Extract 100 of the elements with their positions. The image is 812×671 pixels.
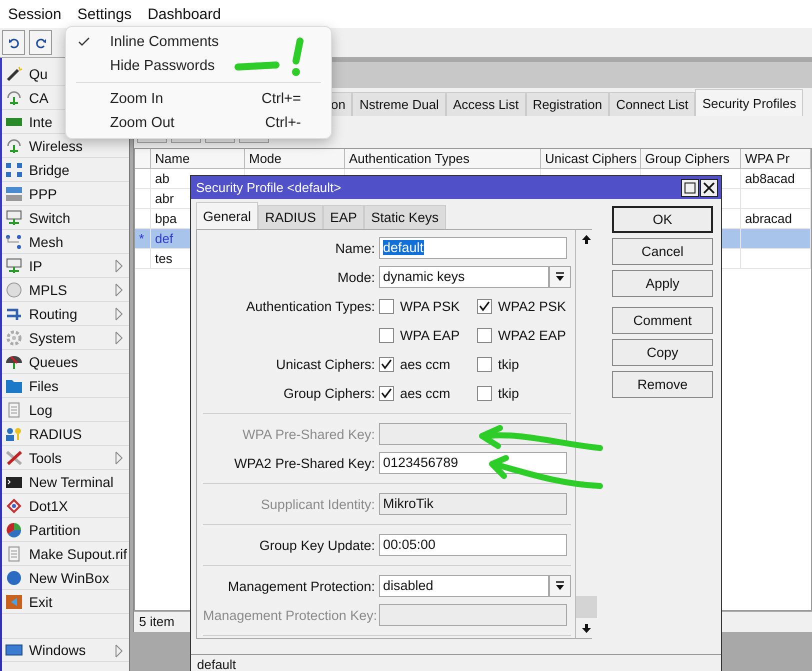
sidebar-item[interactable]: Exit	[2, 590, 129, 614]
checkbox[interactable]	[379, 386, 394, 400]
dialog-button[interactable]: Cancel	[612, 238, 713, 265]
sidebar-item[interactable]: Mesh	[2, 230, 129, 254]
diamond-icon	[5, 498, 23, 514]
tab[interactable]: Connect List	[609, 92, 696, 116]
checkbox[interactable]	[379, 298, 394, 314]
dome-icon	[5, 354, 23, 370]
monitor-icon	[5, 258, 23, 274]
checkbox[interactable]	[379, 328, 394, 342]
tab[interactable]: Access List	[446, 92, 526, 116]
column-header[interactable]: Name	[151, 149, 245, 169]
sidebar-item[interactable]: IP	[2, 254, 129, 278]
undo-button[interactable]	[2, 30, 25, 55]
tab[interactable]: EAP	[323, 205, 364, 229]
scroll-thumb[interactable]	[576, 596, 597, 618]
sidebar-item[interactable]: Bridge	[2, 158, 129, 182]
submenu-arrow-icon	[115, 307, 123, 321]
field-label: Mode:	[336, 270, 375, 284]
column-header[interactable]: Mode	[245, 149, 345, 169]
field-label: Name:	[334, 240, 375, 256]
dropdown-arrow-icon	[555, 272, 565, 282]
tab[interactable]: RADIUS	[258, 205, 324, 229]
antenna-icon	[5, 90, 23, 106]
checkbox-label: tkip	[498, 386, 520, 400]
column-header[interactable]: Authentication Types	[345, 149, 541, 169]
antenna-icon	[5, 138, 23, 154]
field-label: Supplicant Identity:	[260, 496, 375, 512]
input-field[interactable]: 00:05:00	[379, 534, 567, 556]
tab[interactable]: Nstreme Dual	[352, 92, 446, 116]
field-label: WPA2 Pre-Shared Key:	[233, 456, 375, 470]
sidebar-item[interactable]: Switch	[2, 206, 129, 230]
checkbox[interactable]	[477, 328, 492, 342]
sidebar-item[interactable]: Make Supout.rif	[2, 542, 129, 566]
checkbox[interactable]	[477, 386, 492, 400]
sidebar-item[interactable]: System	[2, 326, 129, 350]
tools-icon	[5, 450, 23, 466]
column-header[interactable]: Unicast Ciphers	[541, 149, 641, 169]
field-label: Management Protection:	[226, 578, 375, 594]
checkbox-label: WPA2 PSK	[498, 298, 566, 314]
checkbox-label: WPA EAP	[400, 328, 460, 342]
tab[interactable]: General	[196, 202, 258, 229]
gear-icon	[5, 330, 23, 346]
dialog-button[interactable]: Apply	[612, 270, 713, 297]
input-field[interactable]: 0123456789	[379, 452, 567, 474]
field-label: Authentication Types:	[245, 298, 375, 314]
sidebar-item[interactable]: Files	[2, 374, 129, 398]
submenu-arrow-icon	[115, 644, 123, 658]
sidebar-item[interactable]: New WinBox	[2, 566, 129, 590]
dialog-button[interactable]: Comment	[612, 307, 713, 334]
dropdown-button[interactable]	[549, 266, 571, 288]
sidebar-item[interactable]: Dot1X	[2, 494, 129, 518]
dropdown-arrow-icon	[555, 581, 565, 591]
menu-item[interactable]: Settings	[69, 0, 140, 28]
sidebar-item[interactable]: RADIUS	[2, 422, 129, 446]
sidebar-item[interactable]: Partition	[2, 518, 129, 542]
select-field[interactable]: dynamic keys	[379, 266, 549, 288]
menu-item[interactable]: Zoom In Ctrl+=	[66, 87, 331, 111]
menu-item[interactable]: Hide Passwords	[66, 54, 331, 78]
check-icon	[78, 37, 90, 47]
field-label: Group Key Update:	[258, 538, 375, 552]
close-button[interactable]	[700, 178, 718, 196]
input-field[interactable]	[379, 604, 567, 626]
column-header[interactable]: WPA Pr	[741, 149, 811, 169]
checkbox-label: WPA PSK	[400, 298, 460, 314]
sidebar-item[interactable]: Windows	[2, 638, 129, 662]
dialog-button[interactable]: OK	[612, 206, 713, 233]
checkbox[interactable]	[379, 356, 394, 372]
menu-item[interactable]: Dashboard	[140, 0, 229, 28]
submenu-arrow-icon	[115, 331, 123, 345]
select-field[interactable]: disabled	[379, 575, 549, 597]
scrollbar[interactable]	[575, 230, 597, 638]
sidebar-item[interactable]: Tools	[2, 446, 129, 470]
sidebar-item[interactable]: Routing	[2, 302, 129, 326]
dialog-button[interactable]: Copy	[612, 339, 713, 366]
redo-button[interactable]	[29, 30, 52, 55]
checkbox[interactable]	[477, 356, 492, 372]
stack-icon	[5, 186, 23, 202]
input-field[interactable]: default	[379, 237, 567, 259]
tab[interactable]: Registration	[526, 92, 610, 116]
tab[interactable]: Security Profiles	[695, 89, 804, 116]
sidebar-item[interactable]: Log	[2, 398, 129, 422]
sidebar-item[interactable]: PPP	[2, 182, 129, 206]
checkbox-label: aes ccm	[400, 386, 450, 400]
pie-icon	[5, 522, 23, 538]
status-text: default	[191, 654, 721, 671]
nodes-icon	[5, 234, 23, 250]
sidebar-item[interactable]: New Terminal	[2, 470, 129, 494]
dropdown-button[interactable]	[549, 575, 571, 597]
sidebar-item[interactable]: MPLS	[2, 278, 129, 302]
checkbox-label: WPA2 EAP	[498, 328, 566, 342]
sidebar-item[interactable]: Queues	[2, 350, 129, 374]
column-header[interactable]: Group Ciphers	[641, 149, 741, 169]
dialog-button[interactable]: Remove	[612, 371, 713, 398]
checkbox[interactable]	[477, 298, 492, 314]
wand-icon	[5, 66, 23, 82]
maximize-button[interactable]	[681, 178, 699, 196]
menu-item[interactable]: Zoom Out Ctrl+-	[66, 111, 331, 135]
tab[interactable]: Static Keys	[364, 205, 446, 229]
menu-item[interactable]: Session	[0, 0, 70, 28]
